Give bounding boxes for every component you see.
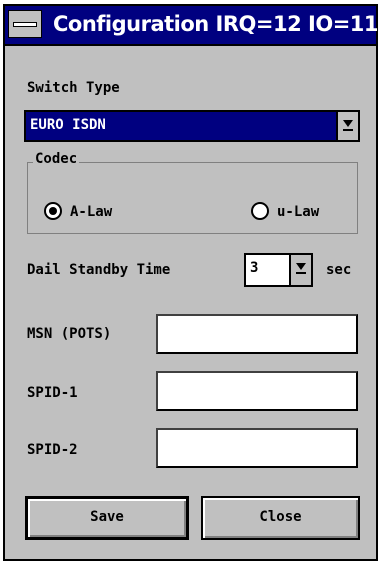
switch-type-label: Switch Type [27, 80, 120, 96]
switch-type-value: EURO ISDN [30, 117, 106, 133]
spid-2-label: SPID-2 [27, 442, 78, 458]
save-button[interactable]: Save [25, 496, 189, 540]
system-menu-icon[interactable] [8, 10, 42, 38]
switch-type-select[interactable]: EURO ISDN [24, 110, 360, 142]
window-title: Configuration IRQ=12 IO=110 [53, 12, 383, 36]
standby-time-unit: sec [326, 262, 352, 278]
dropdown-arrow-icon[interactable] [336, 112, 358, 140]
radio-a-law-label: A-Law [70, 204, 113, 220]
radio-u-law[interactable] [251, 202, 269, 220]
standby-time-select[interactable]: 3 [244, 253, 313, 287]
msn-pots-field[interactable] [156, 314, 358, 354]
standby-time-value: 3 [250, 260, 259, 276]
codec-group [27, 162, 358, 234]
radio-selected-dot [49, 207, 57, 215]
dropdown-arrow-icon[interactable] [289, 255, 311, 285]
spid-2-field[interactable] [156, 428, 358, 468]
spid-1-field[interactable] [156, 371, 358, 411]
radio-u-law-label: u-Law [277, 204, 320, 220]
spid-1-label: SPID-1 [27, 385, 78, 401]
standby-time-label: Dail Standby Time [27, 262, 171, 278]
title-bar: Configuration IRQ=12 IO=110 [5, 6, 383, 46]
msn-pots-label: MSN (POTS) [27, 326, 112, 342]
close-button[interactable]: Close [201, 496, 360, 540]
codec-group-label: Codec [33, 151, 80, 167]
radio-a-law[interactable] [44, 202, 62, 220]
